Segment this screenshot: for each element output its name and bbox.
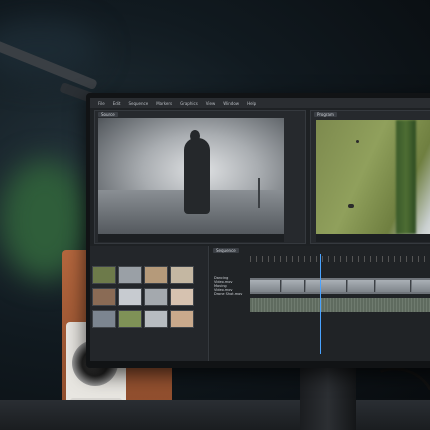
bin-thumbnail[interactable]: [118, 288, 142, 306]
timeline-clip[interactable]: [412, 280, 430, 292]
figure-on-grass: [356, 140, 359, 143]
bin-thumbnail[interactable]: [144, 266, 168, 284]
source-controls[interactable]: [98, 234, 284, 242]
timeline-panel: Sequence Dancing Video.mov Moving Video.…: [210, 246, 430, 361]
bin-thumbnail[interactable]: [92, 266, 116, 284]
timeline-clip[interactable]: [250, 280, 281, 292]
timeline-clip[interactable]: [282, 280, 305, 292]
timeline-ruler[interactable]: [250, 256, 430, 262]
bin-thumbnail[interactable]: [118, 310, 142, 328]
timeline-clip[interactable]: [348, 280, 375, 292]
timeline-clip[interactable]: [376, 280, 411, 292]
menu-bar: File Edit Sequence Markers Graphics View…: [90, 98, 430, 108]
bin-thumbnail[interactable]: [92, 310, 116, 328]
bin-thumbnail[interactable]: [118, 266, 142, 284]
dancer-silhouette: [184, 138, 210, 214]
menu-help[interactable]: Help: [247, 101, 256, 106]
track-header: Drone Shot.mov: [214, 292, 243, 296]
video-track: [250, 278, 430, 294]
track-header: Dancing Video.mov: [214, 276, 233, 284]
timeline-title[interactable]: Sequence: [213, 248, 239, 253]
bin-thumbnail[interactable]: [144, 288, 168, 306]
source-monitor-title[interactable]: Source: [98, 112, 118, 117]
menu-file[interactable]: File: [98, 101, 105, 106]
program-monitor-video: [316, 120, 430, 234]
timeline-clip[interactable]: [306, 280, 347, 292]
menu-sequence[interactable]: Sequence: [128, 101, 148, 106]
bin-thumbnail[interactable]: [170, 266, 194, 284]
audio-track[interactable]: [250, 298, 430, 312]
bin-thumbnail[interactable]: [144, 310, 168, 328]
office-scene: File Edit Sequence Markers Graphics View…: [0, 0, 430, 430]
bin-thumbnail[interactable]: [170, 310, 194, 328]
menu-graphics[interactable]: Graphics: [180, 101, 198, 106]
program-monitor-title[interactable]: Program: [314, 112, 337, 117]
menu-markers[interactable]: Markers: [156, 101, 172, 106]
bin-thumbnail[interactable]: [170, 288, 194, 306]
light-tripod: [258, 178, 260, 208]
editing-app-screen: File Edit Sequence Markers Graphics View…: [90, 98, 430, 361]
menu-edit[interactable]: Edit: [113, 101, 121, 106]
bin-thumbnail[interactable]: [92, 288, 116, 306]
monitor-stand: [300, 360, 356, 430]
project-bin: [90, 246, 209, 361]
program-controls[interactable]: [316, 234, 430, 242]
figure-on-grass: [348, 204, 354, 208]
track-header: Moving Video.mov: [214, 284, 233, 292]
tree-line: [396, 120, 416, 234]
source-monitor-video: [98, 118, 284, 234]
menu-window[interactable]: Window: [223, 101, 239, 106]
menu-view[interactable]: View: [206, 101, 216, 106]
playhead[interactable]: [320, 254, 321, 354]
